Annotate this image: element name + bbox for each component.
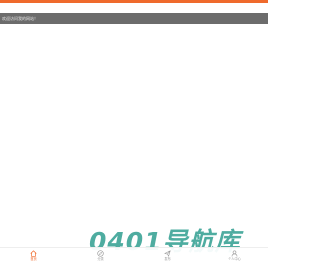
user-icon xyxy=(231,250,238,257)
home-icon xyxy=(30,250,37,257)
bottom-tabbar: 首页 分类 发布 个人中心 xyxy=(0,247,268,264)
tab-label: 分类 xyxy=(97,257,104,261)
tab-category[interactable]: 分类 xyxy=(81,250,121,262)
tab-label: 发布 xyxy=(164,257,171,261)
top-accent-stripe xyxy=(0,0,268,3)
tab-home[interactable]: 首页 xyxy=(14,250,54,262)
tab-label: 首页 xyxy=(30,257,37,261)
notice-bar: 欢迎访问我的网站！ xyxy=(0,13,268,24)
tab-label: 个人中心 xyxy=(228,257,241,261)
tab-profile[interactable]: 个人中心 xyxy=(215,250,255,262)
send-icon xyxy=(164,250,171,257)
notice-text: 欢迎访问我的网站！ xyxy=(2,16,38,21)
compass-icon xyxy=(97,250,104,257)
tab-publish[interactable]: 发布 xyxy=(148,250,188,262)
